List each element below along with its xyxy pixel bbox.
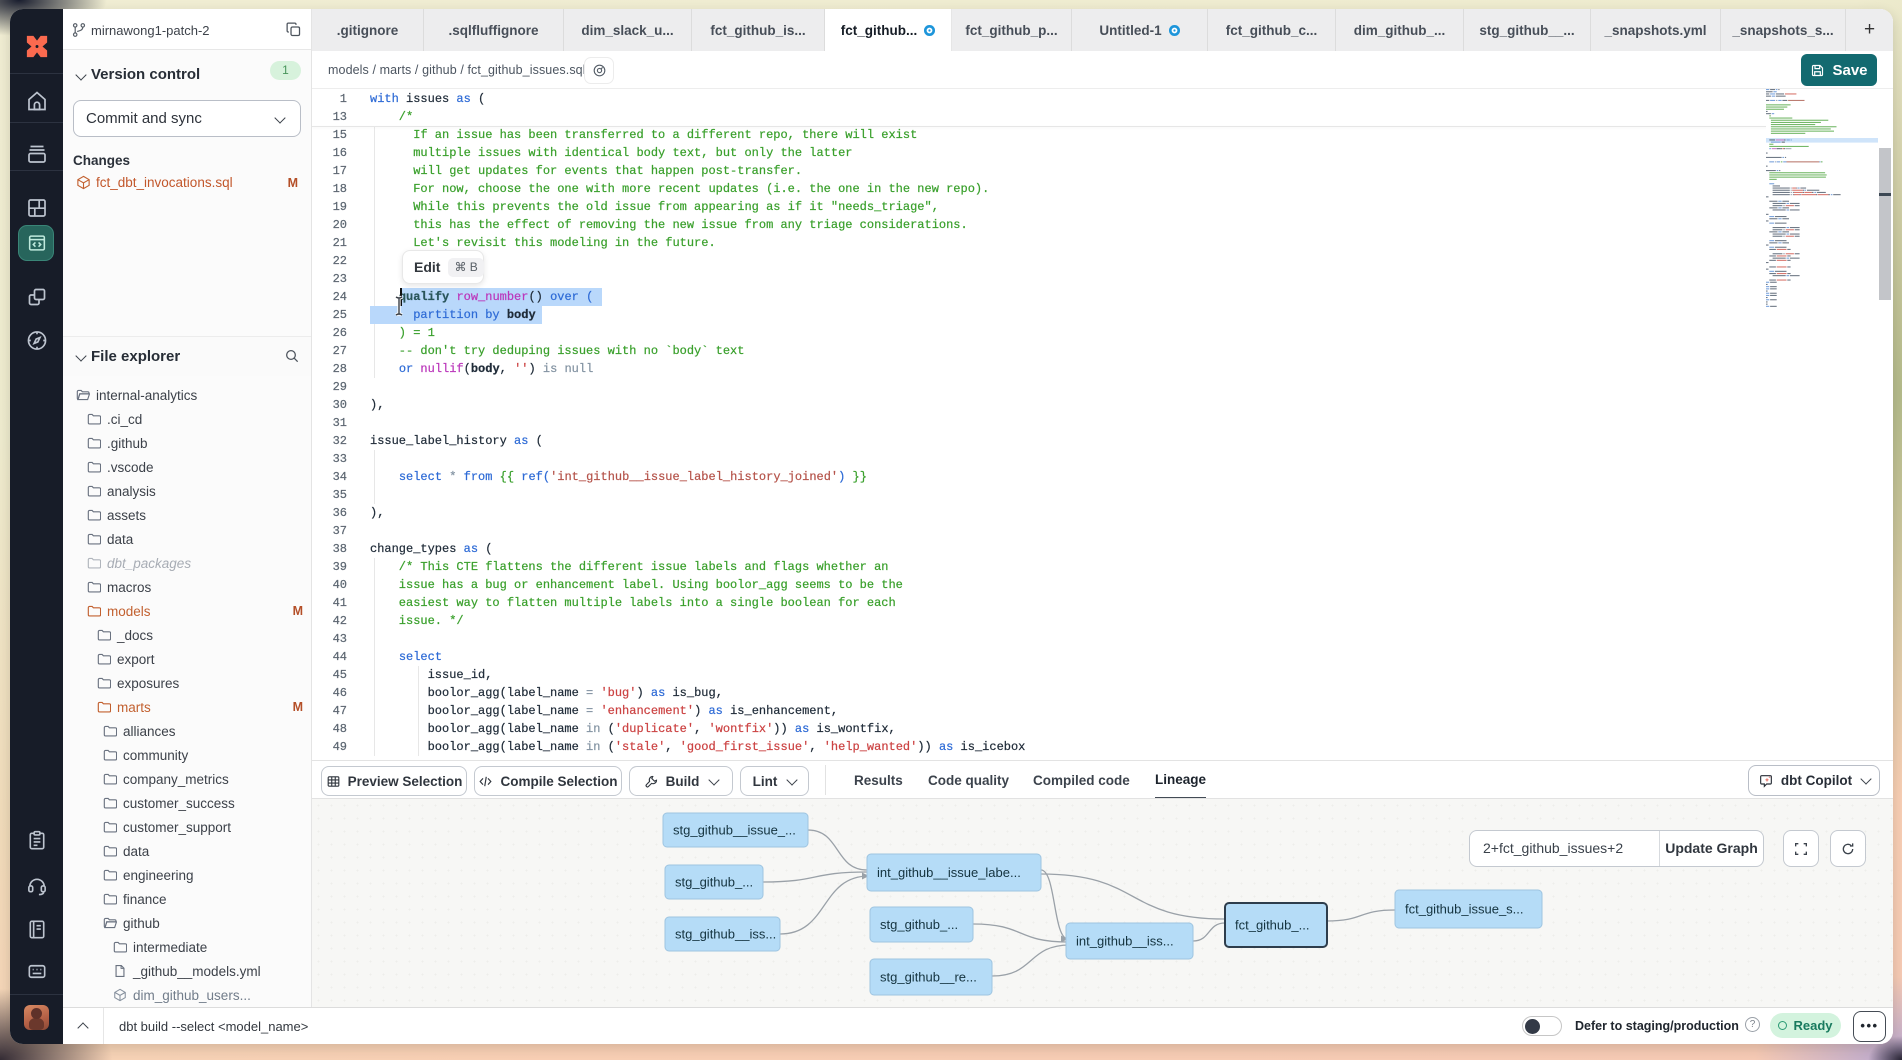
svg-text:stg_github__iss...: stg_github__iss... [675,927,776,942]
svg-text:stg_github_...: stg_github_... [675,875,753,890]
svg-text:fct_github_...: fct_github_... [1235,918,1309,933]
svg-text:int_github__iss...: int_github__iss... [1076,934,1174,949]
svg-text:stg_github__re...: stg_github__re... [880,970,977,985]
svg-text:stg_github__issue_...: stg_github__issue_... [673,823,796,838]
svg-text:fct_github_issue_s...: fct_github_issue_s... [1405,902,1524,917]
svg-text:stg_github_...: stg_github_... [880,917,958,932]
svg-text:int_github__issue_labe...: int_github__issue_labe... [877,865,1021,880]
